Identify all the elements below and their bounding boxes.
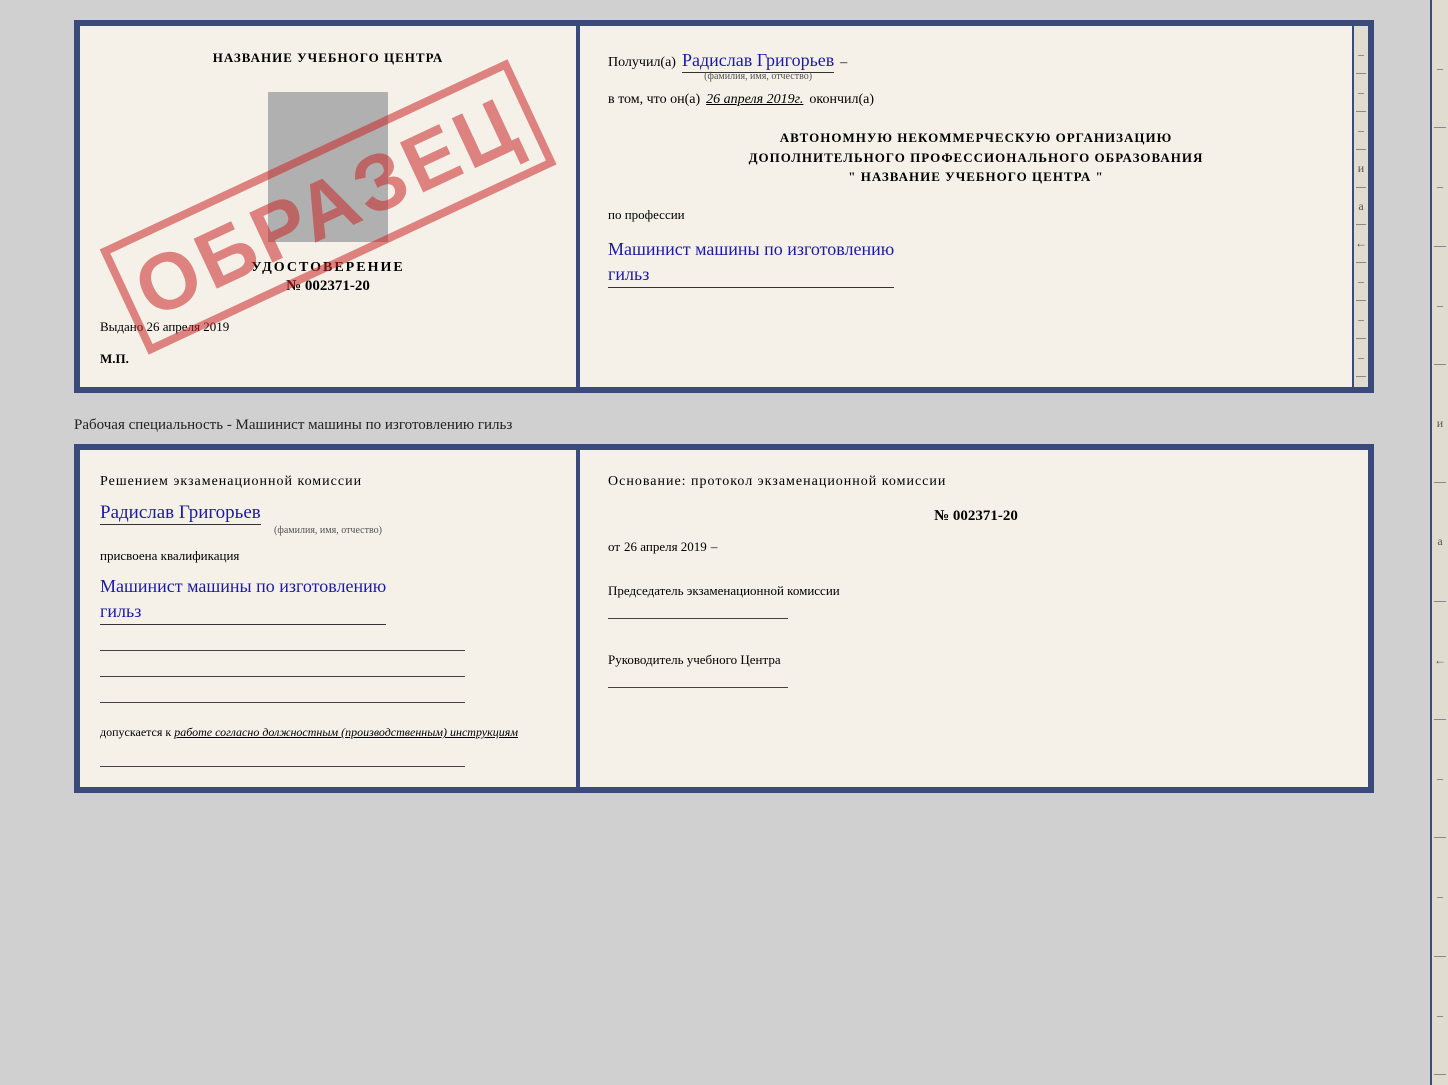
qual-line1: Машинист машины по изготовлению [100,576,386,596]
rukovoditel-block: Руководитель учебного Центра [608,650,1344,693]
bottom-fio: Радислав Григорьев [100,502,261,525]
bside-2: – [1434,128,1446,246]
profession-label: по профессии [608,207,1344,223]
dash-separator: – [840,55,847,71]
org-line1: АВТОНОМНУЮ НЕКОММЕРЧЕСКУЮ ОРГАНИЗАЦИЮ [608,128,1344,148]
side-mark-a: а [1356,188,1366,226]
side-mark-5: – [1356,301,1366,339]
osnovaniye-title: Основание: протокол экзаменационной коми… [608,474,1344,490]
recipient-fio: Радислав Григорьев [682,50,834,73]
separator-text: Рабочая специальность - Машинист машины … [74,417,1374,434]
bside-4: – [1434,720,1446,838]
vydano-prefix: Выдано [100,319,143,334]
side-mark-1: – [1356,36,1366,74]
org-line3: " НАЗВАНИЕ УЧЕБНОГО ЦЕНТРА " [608,167,1344,187]
udostoverenie-block: УДОСТОВЕРЕНИЕ № 002371-20 [100,260,556,295]
side-marks-bottom: – – – и а ← – – – [1430,0,1448,1085]
side-mark-2: – [1356,74,1366,112]
side-mark-arrow: ← [1356,225,1366,263]
blank-line-4 [100,753,465,767]
blank-line-3 [100,689,465,703]
protocol-date: от 26 апреля 2019 – [608,539,1344,555]
ot-dash: – [711,539,718,555]
top-right-outer: Получил(а) Радислав Григорьев (фамилия, … [580,26,1368,387]
udostoverenie-num: № 002371-20 [100,278,556,295]
blank-line-1 [100,637,465,651]
num-label: № [934,508,949,524]
profession-line2: гильз [608,264,649,284]
predsedatel-sign-line [608,601,788,619]
bottom-fio-block: Радислав Григорьев (фамилия, имя, отчест… [100,498,556,536]
bside-1: – [1434,10,1446,128]
predsedatel-block: Председатель экзаменационной комиссии [608,581,1344,624]
rukovoditel-sign-line [608,670,788,688]
top-left-panel: НАЗВАНИЕ УЧЕБНОГО ЦЕНТРА УДОСТОВЕРЕНИЕ №… [80,26,580,387]
qual-line2: гильз [100,601,141,621]
bottom-document: Решением экзаменационной комиссии Радисл… [74,444,1374,793]
vtom-line: в том, что он(а) 26 апреля 2019г. окончи… [608,92,1344,108]
rukovoditel-label: Руководитель учебного Центра [608,650,1344,670]
dopuskaetsya-block: допускается к работе согласно должностны… [100,723,556,741]
dopuskaetsya-prefix: допускается к [100,725,171,739]
fio-block: Радислав Григорьев (фамилия, имя, отчест… [682,50,834,82]
ot-date: 26 апреля 2019 [624,539,707,555]
side-marks-top: – – – и а ← – – – [1352,26,1368,387]
vydano-line: Выдано 26 апреля 2019 [100,319,556,335]
assigned-label: присвоена квалификация [100,548,556,564]
side-mark-i: и [1356,150,1366,188]
bside-6: – [1434,957,1446,1075]
vtom-date: 26 апреля 2019г. [706,92,803,108]
bside-arrow: ← [1434,602,1446,720]
top-document: НАЗВАНИЕ УЧЕБНОГО ЦЕНТРА УДОСТОВЕРЕНИЕ №… [74,20,1374,393]
side-mark-4: – [1356,263,1366,301]
udostoverenie-label: УДОСТОВЕРЕНИЕ [100,260,556,276]
bside-3: – [1434,247,1446,365]
org-block: АВТОНОМНУЮ НЕКОММЕРЧЕСКУЮ ОРГАНИЗАЦИЮ ДО… [608,128,1344,187]
protocol-num: № 002371-20 [608,508,1344,525]
top-left-title: НАЗВАНИЕ УЧЕБНОГО ЦЕНТРА [100,50,556,66]
side-mark-6: – [1356,339,1366,377]
ot-prefix: от [608,539,620,555]
bottom-fio-sub: (фамилия, имя, отчество) [100,525,556,536]
dopuskaetsya-value: работе согласно должностным (производств… [174,725,518,739]
poluchil-line: Получил(а) Радислав Григорьев (фамилия, … [608,50,1344,82]
predsedatel-label: Председатель экзаменационной комиссии [608,581,1344,601]
profession-value: Машинист машины по изготовлению гильз [608,233,1344,288]
vtom-prefix: в том, что он(а) [608,92,700,108]
top-right-panel: Получил(а) Радислав Григорьев (фамилия, … [580,26,1368,387]
fio-sub: (фамилия, имя, отчество) [682,71,834,82]
bottom-right-outer: Основание: протокол экзаменационной коми… [580,450,1368,787]
org-line2: ДОПОЛНИТЕЛЬНОГО ПРОФЕССИОНАЛЬНОГО ОБРАЗО… [608,148,1344,168]
vydano-date: 26 апреля 2019 [147,319,230,334]
num-value: 002371-20 [953,508,1018,524]
profession-value-text: Машинист машины по изготовлению гильз [608,237,894,288]
bside-i: и [1434,365,1446,483]
photo-placeholder [268,92,388,242]
vtom-suffix: окончил(а) [809,92,874,108]
qualification-block: Машинист машины по изготовлению гильз [100,572,556,625]
bottom-left-panel: Решением экзаменационной комиссии Радисл… [80,450,580,787]
poluchil-prefix: Получил(а) [608,55,676,71]
decision-title: Решением экзаменационной комиссии [100,474,556,490]
qualification-value: Машинист машины по изготовлению гильз [100,574,386,625]
bottom-right-panel: Основание: протокол экзаменационной коми… [580,450,1368,787]
profession-line1: Машинист машины по изготовлению [608,239,894,259]
mp-line: М.П. [100,351,556,367]
bside-a: а [1434,483,1446,601]
blank-line-2 [100,663,465,677]
side-mark-3: – [1356,112,1366,150]
bside-5: – [1434,838,1446,956]
